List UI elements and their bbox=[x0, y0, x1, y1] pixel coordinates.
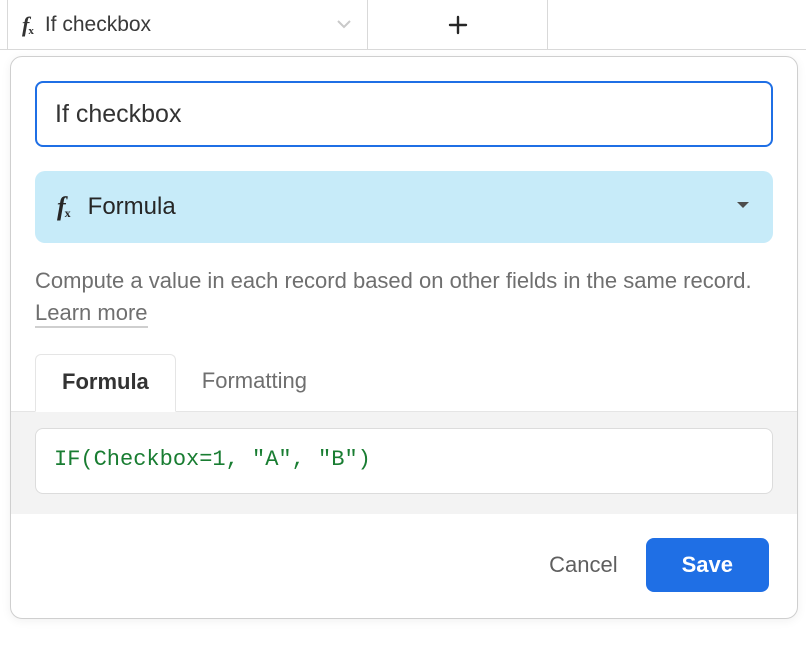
add-column-button[interactable] bbox=[368, 0, 548, 49]
formula-editor-area: IF(Checkbox=1, "A", "B") bbox=[11, 412, 797, 514]
field-type-description: Compute a value in each record based on … bbox=[35, 265, 773, 329]
column-header-row: fx If checkbox bbox=[0, 0, 806, 50]
config-tabs: Formula Formatting bbox=[11, 353, 797, 412]
chevron-down-icon[interactable] bbox=[337, 16, 351, 34]
header-spacer bbox=[0, 0, 8, 49]
field-type-select[interactable]: fx Formula bbox=[35, 171, 773, 243]
caret-down-icon bbox=[735, 198, 751, 216]
description-text: Compute a value in each record based on … bbox=[35, 268, 752, 293]
formula-icon: fx bbox=[22, 12, 35, 38]
panel-actions: Cancel Save bbox=[11, 514, 797, 618]
tab-label: Formula bbox=[62, 369, 149, 394]
formula-editor[interactable]: IF(Checkbox=1, "A", "B") bbox=[35, 428, 773, 494]
learn-more-link[interactable]: Learn more bbox=[35, 300, 148, 328]
column-name-label: If checkbox bbox=[45, 13, 151, 37]
tab-formatting[interactable]: Formatting bbox=[176, 354, 333, 412]
column-tab[interactable]: fx If checkbox bbox=[8, 0, 368, 49]
tab-formula[interactable]: Formula bbox=[35, 354, 176, 412]
cancel-button[interactable]: Cancel bbox=[549, 552, 617, 578]
field-config-panel: fx Formula Compute a value in each recor… bbox=[10, 56, 798, 619]
tab-label: Formatting bbox=[202, 368, 307, 393]
plus-icon bbox=[448, 15, 468, 35]
formula-icon: fx bbox=[57, 192, 72, 222]
save-button[interactable]: Save bbox=[646, 538, 769, 592]
field-type-label: Formula bbox=[88, 193, 176, 221]
field-name-input[interactable] bbox=[35, 81, 773, 147]
